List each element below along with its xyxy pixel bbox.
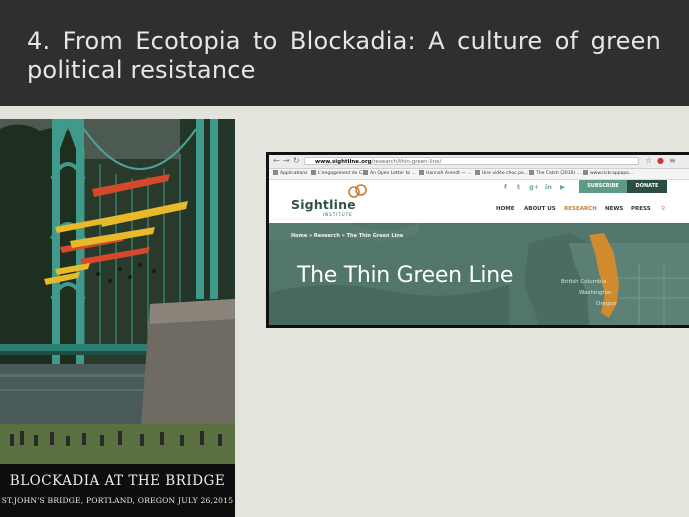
- forward-icon[interactable]: →: [283, 156, 290, 165]
- subscribe-button[interactable]: SUBSCRIBE: [579, 180, 627, 193]
- map-label-bc: British Columbia: [561, 279, 607, 285]
- page-icon: [583, 170, 588, 175]
- page-icon: [529, 170, 534, 175]
- page-icon: [311, 170, 316, 175]
- url-path: /research/thin-green-line/: [371, 159, 442, 165]
- nav-news[interactable]: NEWS: [605, 206, 623, 212]
- site-header: Sightline INSTITUTE f t g+ in ▶ SUBSCRIB…: [269, 180, 689, 223]
- back-icon[interactable]: ←: [273, 156, 280, 165]
- map-label-oregon: Oregon: [596, 301, 617, 307]
- menu-icon[interactable]: ≡: [669, 156, 676, 165]
- map-label-washington: Washington: [579, 290, 612, 296]
- poster-image: BLOCKADIA AT THE BRIDGE ST.JOHN'S BRIDGE…: [0, 119, 235, 517]
- nav-research[interactable]: RESEARCH: [564, 206, 597, 212]
- star-icon[interactable]: ☆: [645, 156, 652, 165]
- bookmark-item[interactable]: An Open Letter to ...: [363, 170, 416, 178]
- bookmarks-bar: Applications L'engagement de C... An Ope…: [269, 169, 689, 180]
- bookmark-item[interactable]: Applications: [273, 170, 308, 178]
- browser-window: ← → ↻ www.sightline.org/research/thin-gr…: [269, 155, 689, 325]
- youtube-icon[interactable]: ▶: [560, 183, 565, 191]
- breadcrumb[interactable]: Home » Research » The Thin Green Line: [291, 233, 403, 239]
- page-icon: [475, 170, 480, 175]
- address-bar[interactable]: www.sightline.org/research/thin-green-li…: [304, 157, 639, 165]
- bookmark-item[interactable]: Une vidéo choc po...: [475, 170, 528, 178]
- bookmark-item[interactable]: www.rickrappapo...: [583, 170, 633, 178]
- nav-home[interactable]: HOME: [496, 206, 515, 212]
- twitter-icon[interactable]: t: [517, 183, 520, 191]
- search-icon[interactable]: ⚲: [661, 206, 665, 212]
- site-logo[interactable]: Sightline: [291, 197, 356, 212]
- slide-header: 4. From Ecotopia to Blockadia: A culture…: [0, 0, 689, 106]
- url-domain: www.sightline.org: [315, 159, 372, 165]
- browser-toolbar: ← → ↻ www.sightline.org/research/thin-gr…: [269, 155, 689, 169]
- bookmark-item[interactable]: Hannah Arendt — ...: [419, 170, 472, 178]
- reload-icon[interactable]: ↻: [293, 156, 300, 165]
- nav-about-us[interactable]: ABOUT US: [524, 206, 556, 212]
- website-screenshot: ← → ↻ www.sightline.org/research/thin-gr…: [266, 152, 689, 328]
- linkedin-icon[interactable]: in: [545, 183, 552, 191]
- poster-headline: BLOCKADIA AT THE BRIDGE: [9, 473, 226, 489]
- bookmark-item[interactable]: L'engagement de C...: [311, 170, 366, 178]
- page-icon: [419, 170, 424, 175]
- site-logo-sub: INSTITUTE: [323, 212, 353, 217]
- page-icon: [363, 170, 368, 175]
- extension-icon[interactable]: ●: [657, 156, 664, 165]
- facebook-icon[interactable]: f: [504, 183, 507, 191]
- poster-artwork: [0, 119, 235, 517]
- donate-button[interactable]: DONATE: [627, 180, 667, 193]
- apps-icon: [273, 170, 278, 175]
- google-plus-icon[interactable]: g+: [529, 183, 539, 191]
- page-title: The Thin Green Line: [297, 263, 514, 288]
- hero-banner: Home » Research » The Thin Green Line Th…: [269, 223, 689, 325]
- poster-caption: ST.JOHN'S BRIDGE, PORTLAND, OREGON JULY …: [1, 496, 234, 505]
- nav-press[interactable]: PRESS: [631, 206, 651, 212]
- slide-title: 4. From Ecotopia to Blockadia: A culture…: [27, 27, 661, 84]
- bookmark-item[interactable]: The Catch (2016) ...: [529, 170, 581, 178]
